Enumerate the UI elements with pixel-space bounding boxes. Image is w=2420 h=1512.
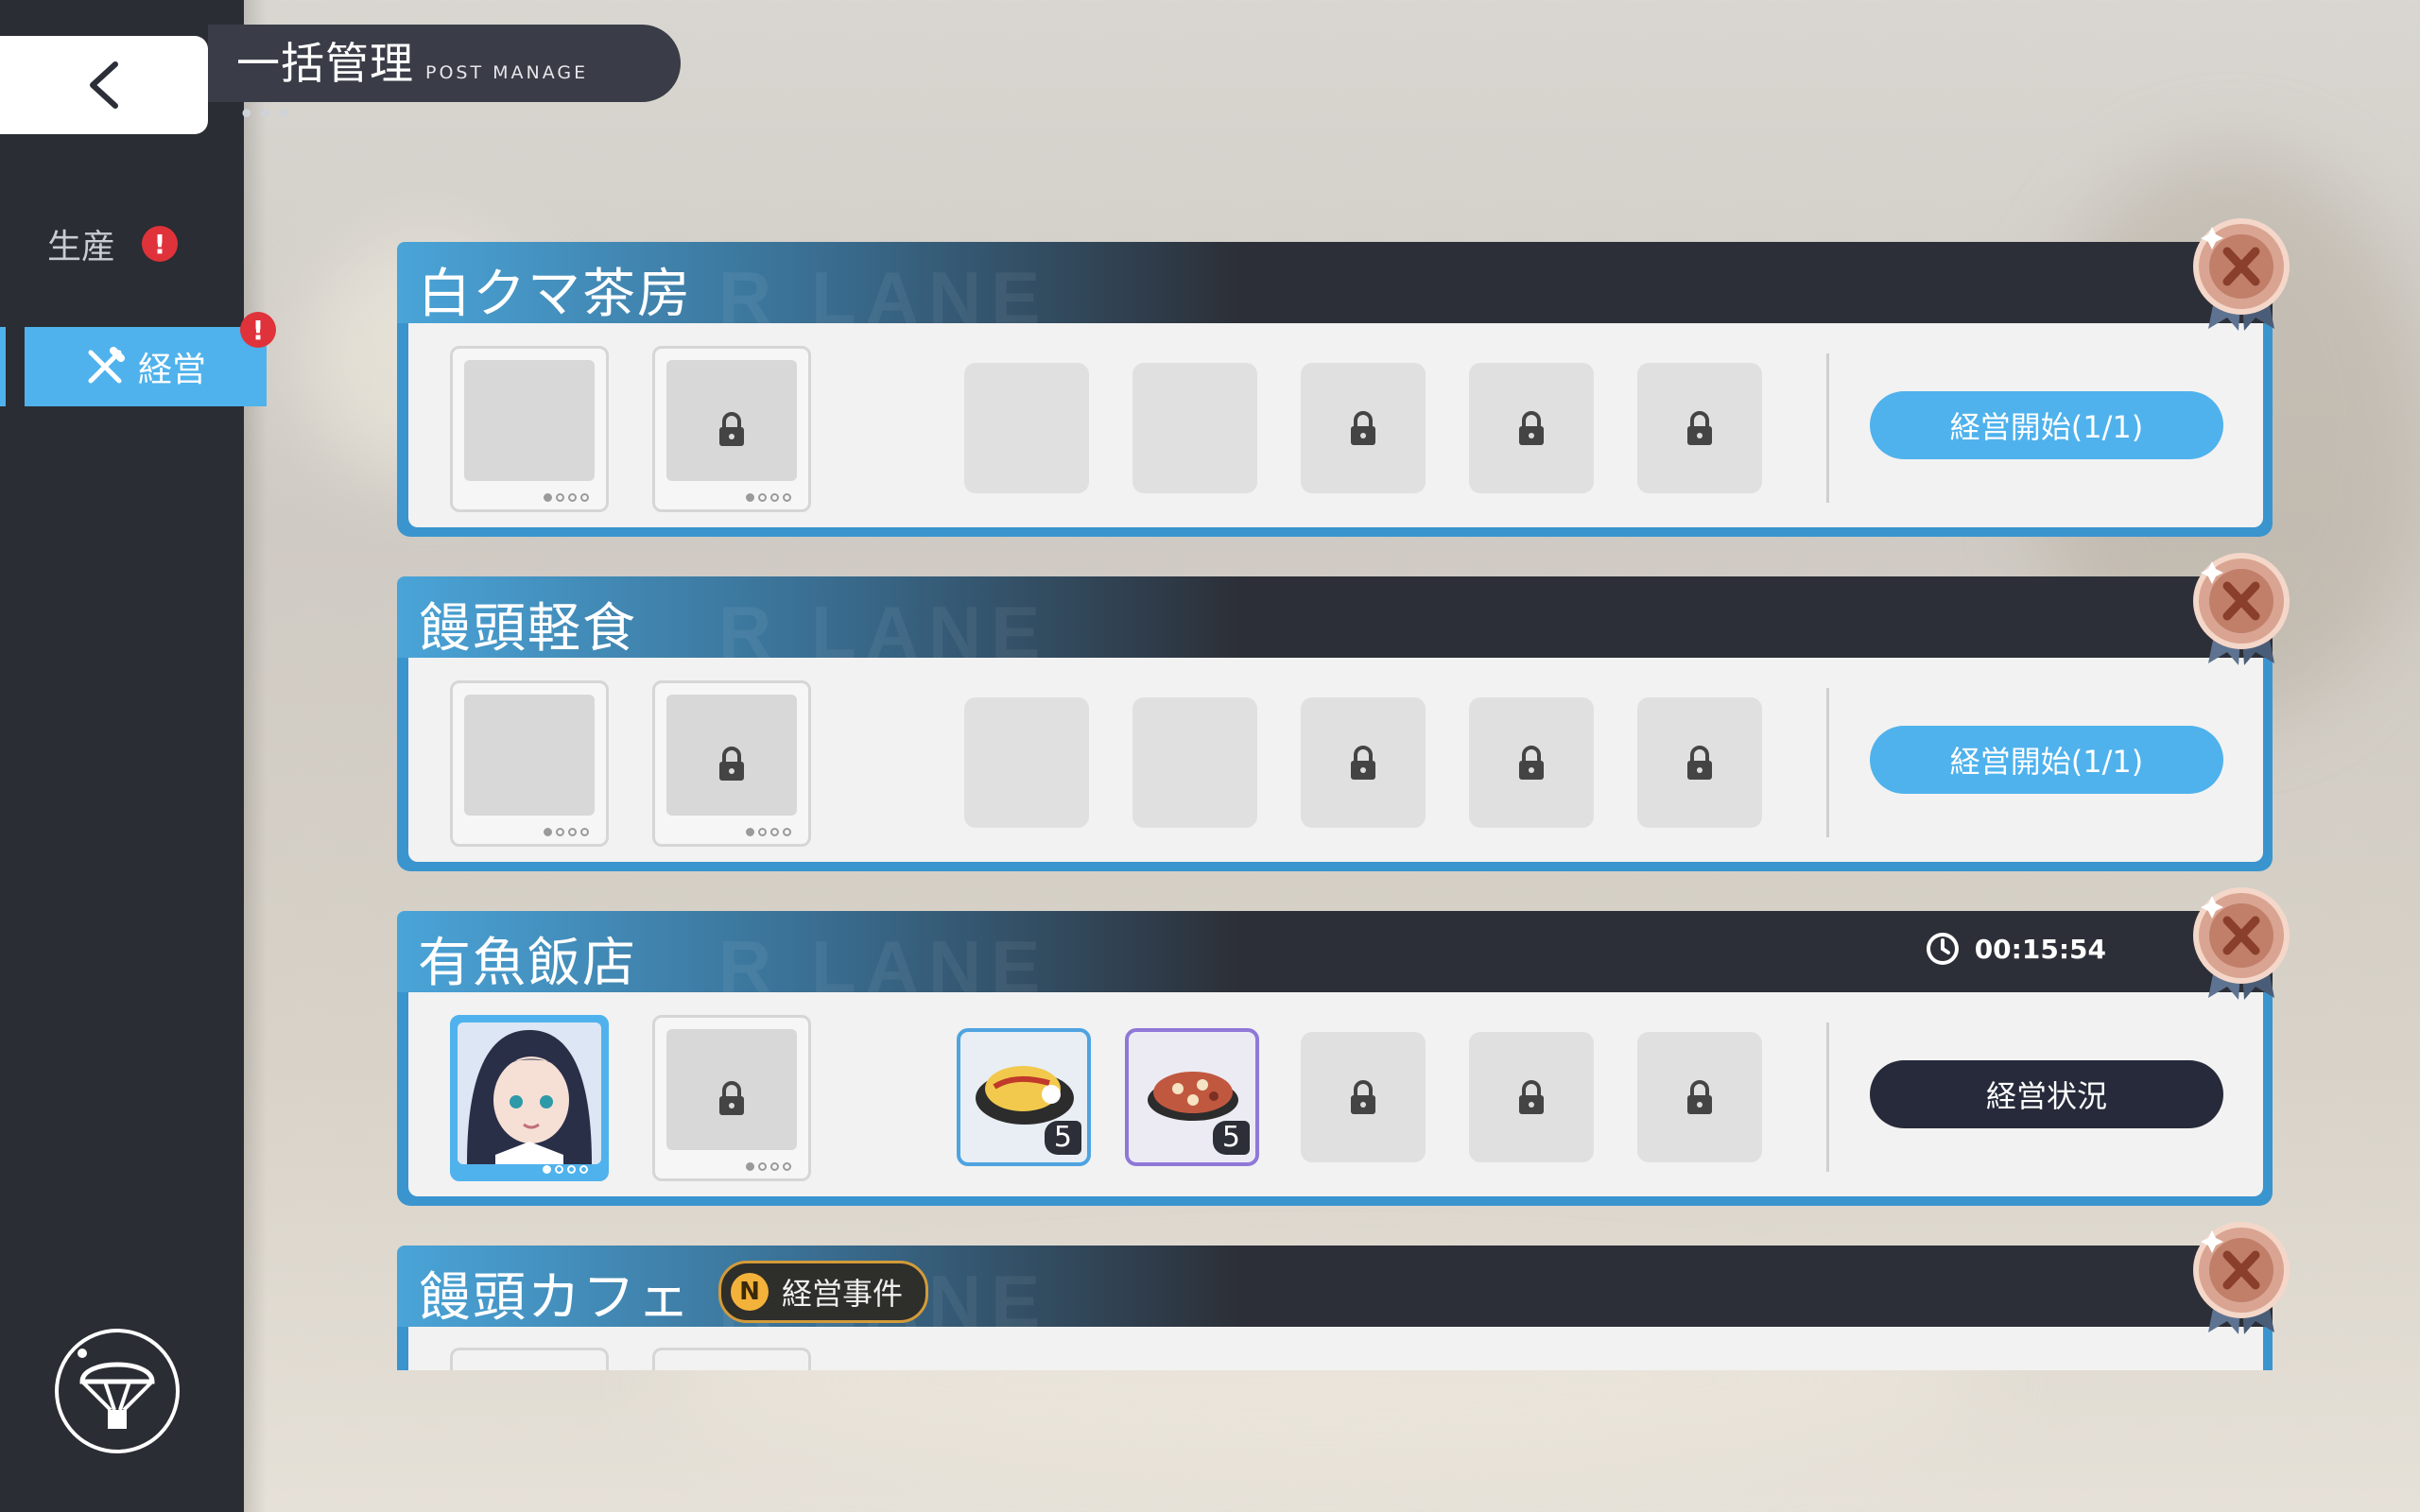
sidebar-item-label: 経営	[137, 351, 206, 389]
clock-icon	[1926, 933, 1959, 965]
menu-item-card[interactable]: 5	[957, 1028, 1091, 1166]
menu-item-card[interactable]: 5	[1125, 1028, 1259, 1166]
item-slot-locked[interactable]	[1469, 363, 1594, 493]
staff-slot-locked[interactable]	[652, 346, 811, 512]
shop-name: 饅頭カフェ	[418, 1267, 692, 1329]
sidebar-item-label: 生産	[47, 228, 116, 266]
item-slot[interactable]	[964, 697, 1089, 828]
shop-name: 有魚飯店	[418, 933, 637, 994]
item-slot-locked[interactable]	[1637, 363, 1762, 493]
lock-icon	[1351, 746, 1375, 780]
supply-drop-button[interactable]	[55, 1329, 180, 1453]
staff-slot[interactable]	[450, 680, 609, 847]
staff-slot-assigned[interactable]	[450, 1015, 609, 1181]
card-body: 5 5 経営状況	[397, 992, 2273, 1206]
chevron-left-icon	[90, 61, 118, 109]
item-count: 5	[1212, 1121, 1250, 1155]
divider	[1826, 353, 1829, 503]
item-slot-locked[interactable]	[1469, 1032, 1594, 1162]
start-management-button[interactable]: 経営開始(1/1)	[1870, 391, 2223, 459]
bronze-medal-icon	[2193, 1222, 2290, 1334]
alert-icon: !	[142, 226, 179, 262]
bronze-medal-icon	[2193, 887, 2290, 1000]
bronze-medal-icon	[2193, 553, 2290, 665]
item-count: 5	[1044, 1121, 1081, 1155]
staff-slot-locked[interactable]	[652, 1015, 811, 1181]
item-slot[interactable]	[1132, 363, 1257, 493]
active-marker	[0, 327, 6, 406]
item-slot-locked[interactable]	[1301, 697, 1426, 828]
lock-icon	[1519, 1080, 1544, 1114]
card-content	[408, 1327, 2263, 1370]
lock-icon	[719, 412, 744, 446]
card-content: 経営開始(1/1)	[408, 658, 2263, 862]
parachute-icon	[78, 1349, 155, 1429]
utensils-icon	[88, 347, 125, 384]
item-slot-locked[interactable]	[1469, 697, 1594, 828]
event-label: 経営事件	[782, 1276, 904, 1312]
item-slot-locked[interactable]	[1637, 697, 1762, 828]
page-subtitle: POST MANAGE	[425, 62, 589, 83]
lock-icon	[1351, 1080, 1375, 1114]
card-body	[397, 1327, 2273, 1370]
shop-name: 白クマ茶房	[418, 264, 692, 325]
lock-icon	[1687, 746, 1712, 780]
sidebar-item-keiei[interactable]: 経営	[25, 327, 267, 406]
lock-icon	[1519, 746, 1544, 780]
timer: 00:15:54	[1926, 932, 2106, 966]
shop-name: 饅頭軽食	[418, 598, 637, 660]
item-slot-locked[interactable]	[1637, 1032, 1762, 1162]
back-button[interactable]	[0, 36, 208, 134]
page-title: 一括管理	[236, 38, 414, 89]
lock-icon	[1519, 411, 1544, 445]
card-header: R LANE 饅頭カフェ N 経営事件	[397, 1246, 2273, 1343]
shop-card: R LANE 饅頭カフェ N 経営事件	[397, 1222, 2290, 1370]
staff-slot-locked[interactable]	[652, 680, 811, 847]
divider	[1826, 688, 1829, 837]
staff-slot[interactable]	[450, 346, 609, 512]
shop-card: R LANE 饅頭軽食 経営開始(1/1)	[397, 553, 2290, 879]
card-header: R LANE 白クマ茶房	[397, 242, 2273, 339]
lock-icon	[1687, 411, 1712, 445]
card-header: R LANE 饅頭軽食	[397, 576, 2273, 674]
divider	[1826, 1022, 1829, 1172]
card-body: 経営開始(1/1)	[397, 658, 2273, 871]
omelette-icon	[976, 1066, 1074, 1125]
card-header: R LANE 有魚飯店 00:15:54	[397, 911, 2273, 1008]
lock-icon	[719, 747, 744, 781]
item-slot[interactable]	[964, 363, 1089, 493]
sidebar-item-seisan[interactable]: 生産 !	[47, 219, 179, 268]
page-title-bar: 一括管理 POST MANAGE	[208, 25, 681, 102]
start-management-button[interactable]: 経営開始(1/1)	[1870, 726, 2223, 794]
management-status-button[interactable]: 経営状況	[1870, 1060, 2223, 1128]
event-badge[interactable]: N 経営事件	[718, 1261, 929, 1323]
item-slot-locked[interactable]	[1301, 363, 1426, 493]
card-content: 5 5 経営状況	[408, 992, 2263, 1196]
shop-card: R LANE 白クマ茶房 経営開始(1/1)	[397, 218, 2290, 544]
timer-value: 00:15:54	[1974, 933, 2106, 965]
alert-icon: !	[240, 312, 276, 348]
item-slot-locked[interactable]	[1301, 1032, 1426, 1162]
bronze-medal-icon	[2193, 218, 2290, 331]
sidebar-edge	[244, 0, 267, 1512]
lock-icon	[1351, 411, 1375, 445]
lock-icon	[1687, 1080, 1712, 1114]
card-body: 経営開始(1/1)	[397, 323, 2273, 537]
pizza-icon	[1148, 1072, 1238, 1121]
card-content: 経営開始(1/1)	[408, 323, 2263, 527]
shop-card: R LANE 有魚飯店 00:15:54 5 5 経営状況	[397, 887, 2290, 1213]
character-portrait	[458, 1022, 601, 1164]
item-slot[interactable]	[1132, 697, 1257, 828]
title-dots: •••	[238, 98, 295, 131]
lock-icon	[719, 1081, 744, 1115]
event-tag-icon: N	[731, 1273, 769, 1311]
